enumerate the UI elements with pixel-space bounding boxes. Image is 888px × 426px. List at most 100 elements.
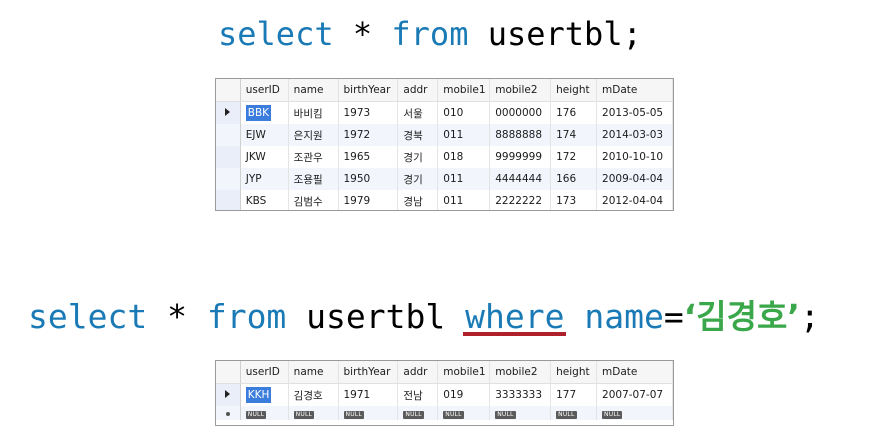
cell-addr[interactable]: 경기 <box>397 168 439 190</box>
col-header-mobile2[interactable]: mobile2 <box>489 361 552 384</box>
cell-name[interactable]: 조관우 <box>288 146 339 168</box>
grid-corner[interactable] <box>216 361 241 384</box>
cell-addr[interactable]: 경기 <box>397 146 439 168</box>
cell-mobile1[interactable]: 018 <box>437 146 491 168</box>
cell-null[interactable]: NULL <box>489 406 552 420</box>
col-header-height[interactable]: height <box>550 79 598 102</box>
keyword-from: from <box>206 297 287 336</box>
cell-birthyear[interactable]: 1965 <box>338 146 399 168</box>
col-header-mdate[interactable]: mDate <box>596 361 673 384</box>
result-grid-2[interactable]: userID name birthYear addr mobile1 mobil… <box>215 360 674 426</box>
col-header-addr[interactable]: addr <box>397 79 439 102</box>
new-row[interactable]: NULL NULL NULL NULL NULL NULL NULL NULL <box>216 406 673 420</box>
cell-mobile1[interactable]: 011 <box>437 124 491 146</box>
table-row[interactable]: JYP 조용필 1950 경기 011 4444444 166 2009-04-… <box>216 168 673 190</box>
table-row[interactable]: JKW 조관우 1965 경기 018 9999999 172 2010-10-… <box>216 146 673 168</box>
cell-null[interactable]: NULL <box>338 406 399 420</box>
cell-userid[interactable]: KKH <box>240 383 289 406</box>
col-header-mobile1[interactable]: mobile1 <box>437 361 491 384</box>
cell-null[interactable]: NULL <box>550 406 598 420</box>
cell-userid[interactable]: JYP <box>240 168 289 190</box>
cell-null[interactable]: NULL <box>397 406 439 420</box>
cell-birthyear[interactable]: 1971 <box>338 383 399 406</box>
cell-name[interactable]: 김경호 <box>288 383 339 406</box>
table-row[interactable]: KKH 김경호 1971 전남 019 3333333 177 2007-07-… <box>216 383 673 406</box>
col-header-name[interactable]: name <box>288 79 339 102</box>
cell-null[interactable]: NULL <box>240 406 289 420</box>
cell-userid[interactable]: EJW <box>240 124 289 146</box>
cell-mdate[interactable]: 2007-07-07 <box>596 383 673 406</box>
cell-mobile1[interactable]: 011 <box>437 168 491 190</box>
col-header-mdate[interactable]: mDate <box>596 79 673 102</box>
row-selector[interactable] <box>216 168 241 190</box>
cell-height[interactable]: 174 <box>550 124 598 146</box>
cell-mobile2[interactable]: 0000000 <box>489 101 552 124</box>
grid-header-row: userID name birthYear addr mobile1 mobil… <box>216 361 673 384</box>
cell-addr[interactable]: 서울 <box>397 101 439 124</box>
cell-userid[interactable]: BBK <box>240 101 289 124</box>
cell-userid[interactable]: JKW <box>240 146 289 168</box>
cell-mobile2[interactable]: 3333333 <box>489 383 552 406</box>
current-row-arrow-icon <box>225 108 231 116</box>
col-header-userid[interactable]: userID <box>240 79 289 102</box>
col-header-addr[interactable]: addr <box>397 361 439 384</box>
cell-name[interactable]: 김범수 <box>288 190 339 210</box>
selected-cell-text: BBK <box>245 105 272 121</box>
cell-addr[interactable]: 경남 <box>397 190 439 210</box>
cell-mobile1[interactable]: 011 <box>437 190 491 210</box>
cell-mdate[interactable]: 2010-10-10 <box>596 146 673 168</box>
col-header-mobile2[interactable]: mobile2 <box>489 79 552 102</box>
cell-birthyear[interactable]: 1972 <box>338 124 399 146</box>
row-selector[interactable] <box>216 406 241 420</box>
cell-addr[interactable]: 전남 <box>397 383 439 406</box>
cell-name[interactable]: 바비킴 <box>288 101 339 124</box>
cell-height[interactable]: 166 <box>550 168 598 190</box>
null-badge: NULL <box>556 411 577 419</box>
row-selector[interactable] <box>216 383 241 406</box>
table-row[interactable]: KBS 김범수 1979 경남 011 2222222 173 2012-04-… <box>216 190 673 210</box>
sql-table-name: usertbl; <box>468 15 642 53</box>
cell-userid[interactable]: KBS <box>240 190 289 210</box>
cell-mdate[interactable]: 2012-04-04 <box>596 190 673 210</box>
cell-mobile2[interactable]: 2222222 <box>489 190 552 210</box>
cell-null[interactable]: NULL <box>596 406 673 420</box>
cell-mobile2[interactable]: 8888888 <box>489 124 552 146</box>
cell-mobile1[interactable]: 010 <box>437 101 491 124</box>
cell-null[interactable]: NULL <box>288 406 339 420</box>
row-selector[interactable] <box>216 101 241 124</box>
cell-mobile2[interactable]: 4444444 <box>489 168 552 190</box>
sql-equals: = <box>663 297 684 336</box>
cell-birthyear[interactable]: 1973 <box>338 101 399 124</box>
col-header-height[interactable]: height <box>550 361 598 384</box>
row-selector[interactable] <box>216 146 241 168</box>
cell-addr[interactable]: 경북 <box>397 124 439 146</box>
cell-birthyear[interactable]: 1950 <box>338 168 399 190</box>
col-header-mobile1[interactable]: mobile1 <box>437 79 491 102</box>
row-selector[interactable] <box>216 190 241 210</box>
cell-mobile2[interactable]: 9999999 <box>489 146 552 168</box>
cell-null[interactable]: NULL <box>437 406 491 420</box>
cell-mdate[interactable]: 2009-04-04 <box>596 168 673 190</box>
current-row-arrow-icon <box>225 390 231 398</box>
cell-height[interactable]: 176 <box>550 101 598 124</box>
col-header-userid[interactable]: userID <box>240 361 289 384</box>
grid-corner[interactable] <box>216 79 241 102</box>
cell-height[interactable]: 172 <box>550 146 598 168</box>
cell-birthyear[interactable]: 1979 <box>338 190 399 210</box>
col-header-birthyear[interactable]: birthYear <box>338 361 399 384</box>
table-row[interactable]: BBK 바비킴 1973 서울 010 0000000 176 2013-05-… <box>216 101 673 124</box>
cell-mdate[interactable]: 2014-03-03 <box>596 124 673 146</box>
cell-height[interactable]: 177 <box>550 383 598 406</box>
col-header-name[interactable]: name <box>288 361 339 384</box>
cell-name[interactable]: 은지원 <box>288 124 339 146</box>
cell-name[interactable]: 조용필 <box>288 168 339 190</box>
row-selector[interactable] <box>216 124 241 146</box>
null-badge: NULL <box>443 411 464 419</box>
cell-height[interactable]: 173 <box>550 190 598 210</box>
col-header-birthyear[interactable]: birthYear <box>338 79 399 102</box>
selected-cell-text: KKH <box>245 387 272 403</box>
cell-mobile1[interactable]: 019 <box>437 383 491 406</box>
result-grid-1[interactable]: userID name birthYear addr mobile1 mobil… <box>215 78 674 211</box>
table-row[interactable]: EJW 은지원 1972 경북 011 8888888 174 2014-03-… <box>216 124 673 146</box>
cell-mdate[interactable]: 2013-05-05 <box>596 101 673 124</box>
